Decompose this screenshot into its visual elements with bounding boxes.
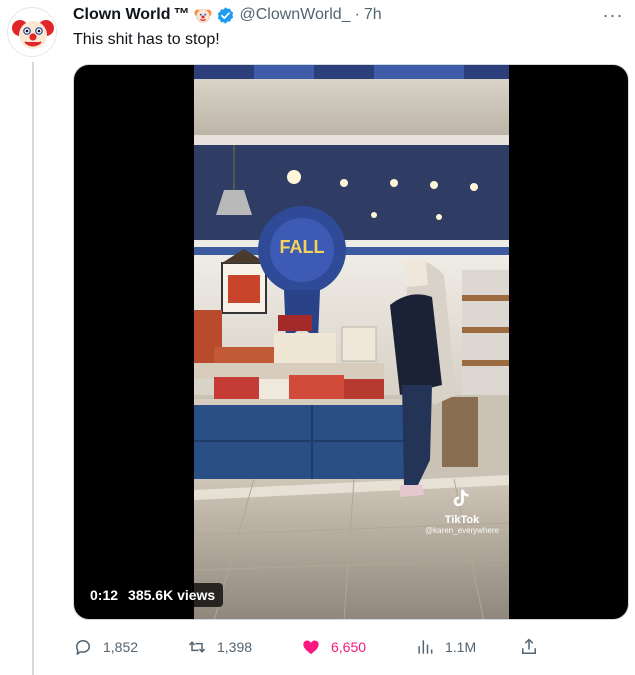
video-views: 385.6K views bbox=[128, 587, 216, 603]
reply-count: 1,852 bbox=[103, 639, 139, 655]
video-duration: 0:12 bbox=[90, 587, 119, 603]
views-count: 1.1M bbox=[445, 639, 477, 655]
more-icon[interactable]: ··· bbox=[600, 2, 626, 28]
tweet-header: Clown World ™ @ClownWorld_ · 7h bbox=[73, 4, 382, 26]
like-count: 6,650 bbox=[331, 639, 367, 655]
tiktok-watermark: TikTok @karen_everywhere bbox=[416, 487, 508, 535]
reply-button[interactable]: 1,852 bbox=[73, 632, 138, 662]
svg-text:FALL: FALL bbox=[280, 237, 325, 257]
like-button[interactable]: 6,650 bbox=[301, 632, 366, 662]
separator-dot: · bbox=[354, 6, 360, 23]
video-frame: FALL TikTok @karen_everywhere bbox=[194, 65, 509, 619]
avatar[interactable] bbox=[7, 7, 57, 57]
video-still: FALL bbox=[194, 65, 509, 619]
display-name[interactable]: Clown World bbox=[73, 6, 170, 24]
clown-avatar-icon bbox=[9, 9, 56, 56]
share-button[interactable] bbox=[519, 632, 539, 662]
timestamp[interactable]: 7h bbox=[364, 6, 382, 24]
tiktok-logo-icon bbox=[453, 489, 469, 507]
views-icon bbox=[418, 640, 433, 654]
tiktok-brand: TikTok bbox=[444, 514, 480, 526]
tiktok-username: @karen_everywhere bbox=[425, 526, 499, 535]
trademark-symbol: ™ bbox=[173, 6, 190, 23]
user-handle[interactable]: @ClownWorld_ bbox=[239, 6, 350, 24]
thread-line bbox=[32, 62, 34, 675]
video-player[interactable]: FALL TikTok @karen_everywhere 0:12 385.6… bbox=[73, 64, 629, 620]
video-info-pill: 0:12 385.6K views bbox=[82, 583, 224, 607]
retweet-icon bbox=[188, 641, 206, 653]
retweet-button[interactable]: 1,398 bbox=[187, 632, 252, 662]
verified-badge-icon bbox=[216, 6, 235, 25]
retweet-count: 1,398 bbox=[217, 639, 253, 655]
clown-emoji-icon bbox=[194, 6, 212, 24]
heart-icon bbox=[303, 640, 319, 655]
tweet-text: This shit has to stop! bbox=[73, 31, 220, 48]
views-button[interactable]: 1.1M bbox=[415, 632, 476, 662]
reply-icon bbox=[76, 640, 90, 655]
tweet-actions: 1,852 1,398 6,650 1.1M bbox=[73, 632, 553, 662]
share-icon bbox=[522, 638, 536, 654]
